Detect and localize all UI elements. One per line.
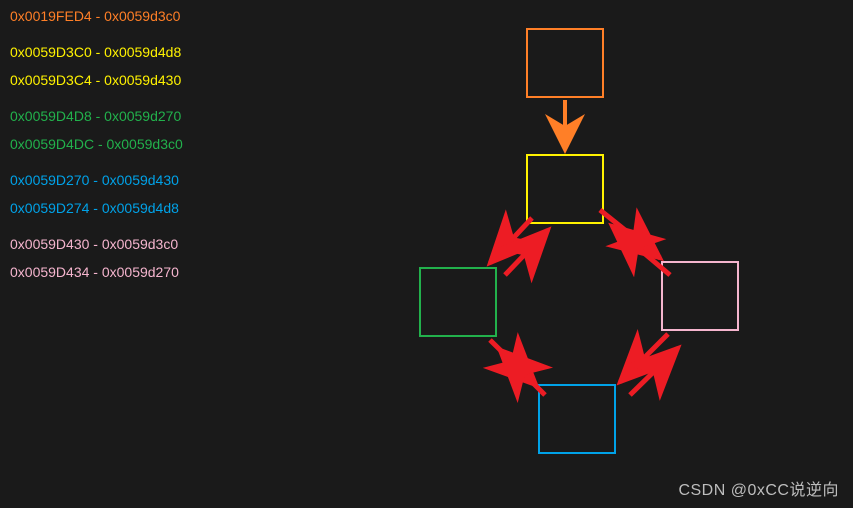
watermark: CSDN @0xCC说逆向 [678,476,839,500]
arrow [490,340,536,385]
arrow [600,210,660,258]
arrow [500,350,545,395]
address-line: 0x0059D274 - 0x0059d4d8 [10,200,183,216]
address-line: 0x0059D3C4 - 0x0059d430 [10,72,183,88]
address-line: 0x0059D434 - 0x0059d270 [10,264,183,280]
address-line: 0x0059D4DC - 0x0059d3c0 [10,136,183,152]
node-pink [661,261,739,331]
arrow [505,230,548,275]
node-green [419,267,497,337]
address-line: 0x0059D270 - 0x0059d430 [10,172,183,188]
arrow [630,348,678,395]
node-blue [538,384,616,454]
arrow [490,218,532,263]
arrow [620,334,668,382]
address-line: 0x0059D3C0 - 0x0059d4d8 [10,44,183,60]
address-line: 0x0059D430 - 0x0059d3c0 [10,236,183,252]
address-line: 0x0059D4D8 - 0x0059d270 [10,108,183,124]
node-yellow [526,154,604,224]
address-line: 0x0019FED4 - 0x0059d3c0 [10,8,183,24]
arrow [612,226,670,275]
address-list: 0x0019FED4 - 0x0059d3c0 0x0059D3C0 - 0x0… [10,8,183,292]
node-orange [526,28,604,98]
